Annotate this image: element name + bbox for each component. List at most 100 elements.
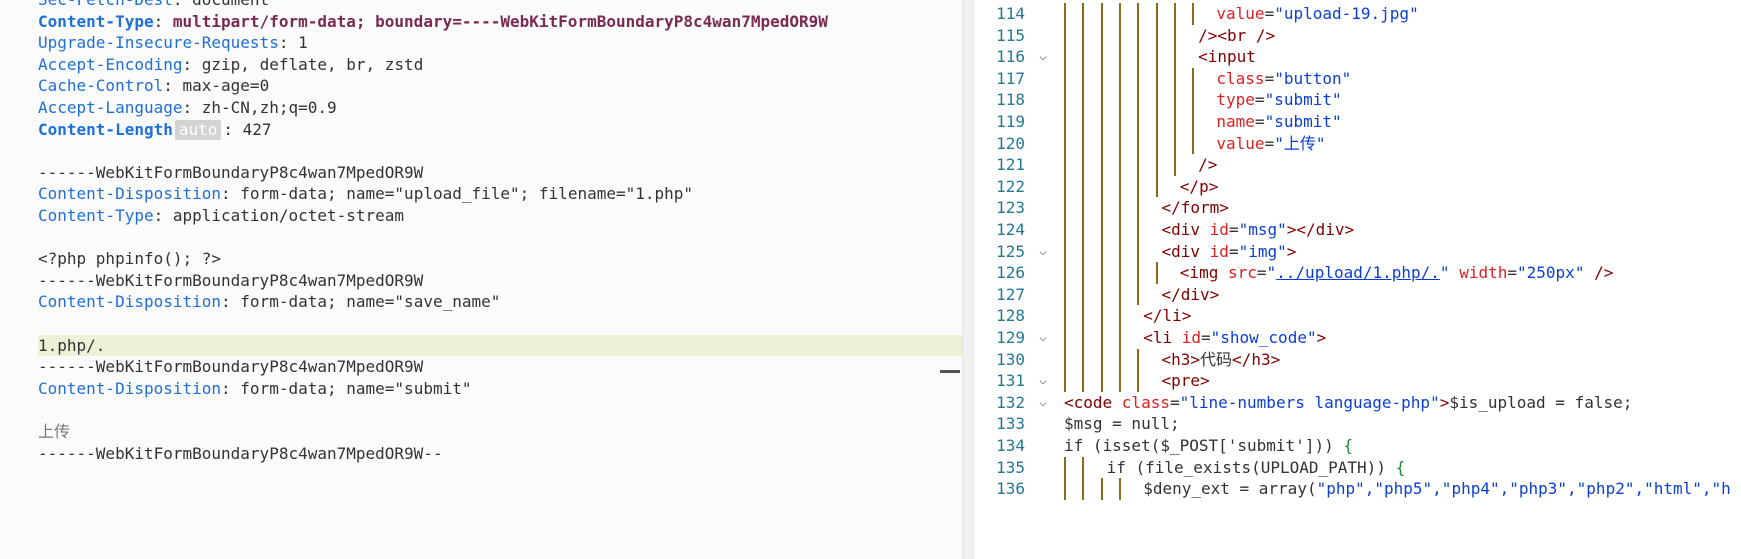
header-value: multipart/form-data; boundary=----WebKit… <box>172 11 828 31</box>
indent-guide <box>1100 370 1103 392</box>
request-body-line[interactable]: 1.php/. <box>38 334 962 357</box>
body-text: <?php phpinfo(); ?> <box>38 249 222 269</box>
code-content: <code class="line-numbers language-php">… <box>1064 392 1632 414</box>
request-header-line[interactable]: Accept-Language: zh-CN,zh;q=0.9 <box>38 97 962 119</box>
code-content: <li id="show_code"> <box>1143 327 1326 349</box>
code-token: <div <box>1161 220 1210 239</box>
indent-guide <box>1082 456 1085 479</box>
code-link[interactable]: ../upload/1.php/. <box>1276 263 1440 282</box>
pane-divider[interactable] <box>962 0 976 559</box>
request-body-line[interactable]: 上传 <box>38 421 962 443</box>
code-token: </li> <box>1143 306 1192 326</box>
code-token: "submit" <box>1264 112 1342 131</box>
fold-chevron-icon[interactable]: ⌵ <box>1035 241 1051 263</box>
code-token: <pre> <box>1161 371 1210 391</box>
code-line[interactable]: 130 <h3>代码</h3> <box>975 348 1741 371</box>
code-token: $msg = null; <box>1064 414 1180 434</box>
code-line[interactable]: 119 name="submit" <box>975 111 1741 133</box>
line-number: 120 <box>996 133 1025 153</box>
fold-chevron-icon[interactable]: ⌵ <box>1035 46 1051 68</box>
request-blank-line[interactable] <box>38 227 962 249</box>
auto-length-badge[interactable]: auto <box>174 119 222 140</box>
request-body-line[interactable]: ------WebKitFormBoundaryP8c4wan7MpedOR9W <box>38 162 962 184</box>
header-value: application/octet-stream <box>172 206 405 225</box>
indent-guide <box>1082 240 1085 263</box>
code-token: = <box>1264 4 1275 23</box>
line-number: 114 <box>996 4 1025 23</box>
request-scroll-marker[interactable] <box>940 370 960 373</box>
request-blank-line[interactable] <box>38 313 962 335</box>
indent-guide <box>1118 240 1121 263</box>
request-body-line[interactable]: ------WebKitFormBoundaryP8c4wan7MpedOR9W <box>38 270 962 292</box>
code-line[interactable]: 136 $deny_ext = array("php","php5","php4"… <box>975 478 1741 500</box>
code-content: </form> <box>1162 197 1229 219</box>
indent-guide <box>1100 3 1103 25</box>
fold-chevron-icon[interactable]: ⌵ <box>1035 370 1051 392</box>
code-line[interactable]: 117 class="button" <box>975 67 1741 90</box>
request-blank-line[interactable] <box>38 399 962 421</box>
request-blank-line[interactable] <box>38 140 962 162</box>
indent-guide <box>1064 46 1066 68</box>
header-value: form-data; name="save_name" <box>240 292 501 312</box>
header-key: Accept-Language <box>38 98 183 117</box>
request-header-line[interactable]: Content-Type: multipart/form-data; bound… <box>38 11 962 33</box>
response-editor[interactable]: 114 value="upload-19.jpg" 115/><br /> 116 ⌵ <… <box>975 0 1741 559</box>
request-header-line[interactable]: Accept-Encoding: gzip, deflate, br, zstd <box>38 54 962 76</box>
header-key: Content-Type <box>38 206 154 225</box>
indent-guide <box>1118 370 1121 392</box>
code-line[interactable]: 135 if (file_exists(UPLOAD_PATH)) { <box>975 456 1741 479</box>
request-body-line[interactable]: ------WebKitFormBoundaryP8c4wan7MpedOR9W… <box>38 443 962 465</box>
code-line[interactable]: 128 </li> <box>975 305 1741 327</box>
code-line[interactable]: 118 type="submit" <box>975 89 1741 111</box>
code-line[interactable]: 134 if (isset($_POST['submit'])) { <box>975 435 1741 457</box>
request-body-line[interactable]: ------WebKitFormBoundaryP8c4wan7MpedOR9W <box>38 356 962 378</box>
request-body-line[interactable]: Content-Disposition: form-data; name="sa… <box>38 291 962 313</box>
code-line[interactable]: 120 value="上传" <box>975 132 1741 155</box>
indent-guide <box>1064 67 1066 90</box>
code-line[interactable]: 123 </form> <box>975 197 1741 219</box>
fold-chevron-icon[interactable]: ⌵ <box>1035 392 1051 414</box>
code-token: = <box>1254 90 1265 110</box>
code-content: type="submit" <box>1216 89 1341 111</box>
request-body-line[interactable]: Content-Type: application/octet-stream <box>38 205 962 227</box>
code-line[interactable]: 132 ⌵ <code class="line-numbers language-p… <box>975 392 1741 414</box>
code-line[interactable]: 126 <img src="../upload/1.php/." width="2… <box>975 262 1741 284</box>
code-line[interactable]: 129 ⌵ <li id="show_code"> <box>975 327 1741 349</box>
code-token: /><br /> <box>1198 25 1276 45</box>
indent-guide <box>1173 132 1176 155</box>
code-content: </li> <box>1143 305 1191 327</box>
code-line[interactable]: 127 </div> <box>975 283 1741 306</box>
code-line[interactable]: 114 value="upload-19.jpg" <box>975 3 1741 25</box>
body-text: 上传 <box>38 422 71 441</box>
indent-guide <box>1118 327 1121 349</box>
code-line[interactable]: 122 </p> <box>975 175 1741 198</box>
code-line[interactable]: 116 ⌵ <input <box>975 46 1741 68</box>
request-header-line[interactable]: Content-Length auto: 427 <box>38 119 962 141</box>
indent-guide <box>1137 197 1140 219</box>
request-editor[interactable]: Sec-Fetch-Dest: documentContent-Type: mu… <box>0 0 962 559</box>
indent-guide <box>1155 111 1158 133</box>
indent-guide <box>1082 132 1085 155</box>
header-value: form-data; name="upload_file"; filename=… <box>240 184 694 204</box>
request-header-line[interactable]: Upgrade-Insecure-Requests: 1 <box>38 32 962 54</box>
code-line[interactable]: 133 $msg = null; <box>975 413 1741 435</box>
indent-guide <box>1173 67 1176 90</box>
request-body-line[interactable]: Content-Disposition: form-data; name="su… <box>38 378 962 400</box>
code-token: /> <box>1584 263 1614 283</box>
request-body-line[interactable]: <?php phpinfo(); ?> <box>38 248 962 270</box>
code-line[interactable]: 121 /> <box>975 154 1741 176</box>
request-header-line[interactable]: Sec-Fetch-Dest: document <box>38 0 962 11</box>
code-line[interactable]: 115 /><br /> <box>975 24 1741 47</box>
request-header-line[interactable]: Cache-Control: max-age=0 <box>38 75 962 97</box>
code-line[interactable]: 124 <div id="msg"></div> <box>975 219 1741 241</box>
request-body-line[interactable]: Content-Disposition: form-data; name="up… <box>38 183 962 205</box>
indent-guide <box>1118 219 1121 241</box>
fold-chevron-icon[interactable]: ⌵ <box>1035 327 1051 349</box>
indent-guide <box>1064 305 1066 327</box>
code-line[interactable]: 125 ⌵ <div id="img"> <box>975 240 1741 263</box>
code-content: </div> <box>1162 284 1220 306</box>
indent-guide <box>1064 89 1066 111</box>
indent-guide <box>1100 262 1103 284</box>
code-line[interactable]: 131 ⌵ <pre> <box>975 370 1741 392</box>
